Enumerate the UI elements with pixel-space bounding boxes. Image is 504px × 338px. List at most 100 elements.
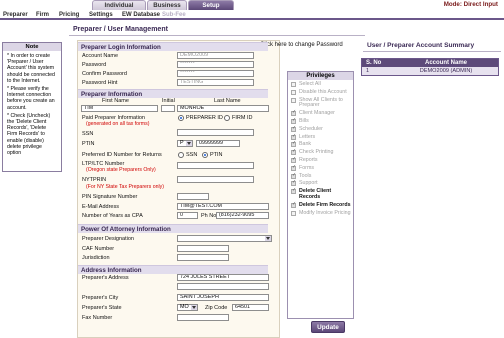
fax-label: Fax Number: [82, 315, 113, 321]
years-cpa-label: Number of Years as CPA: [82, 213, 143, 219]
pin-signature-input[interactable]: [177, 193, 209, 200]
privilege-item[interactable]: Client Manager: [291, 110, 353, 117]
privilege-label: Client Manager: [299, 110, 335, 117]
radio-preparer-id[interactable]: [178, 115, 184, 121]
privilege-checkbox[interactable]: [291, 97, 296, 103]
caf-label: CAF Number: [82, 246, 115, 252]
privilege-item[interactable]: Show All Clients to Preparer: [291, 96, 353, 110]
privilege-checkbox[interactable]: [291, 210, 296, 216]
nav-preparer[interactable]: Preparer: [3, 11, 28, 20]
nav-sub-fee[interactable]: Sub-Fee: [162, 11, 186, 20]
note-panel: Note * In order to create 'Preparer / Us…: [2, 42, 62, 172]
caf-input[interactable]: [177, 245, 229, 252]
privilege-checkbox[interactable]: [291, 202, 296, 208]
account-summary-table: S. No Account Name 1 DEMO2009 (ADMIN): [361, 58, 499, 76]
address-line2-input[interactable]: [177, 283, 269, 290]
address-input[interactable]: 724 JULES STREET: [177, 274, 269, 281]
privilege-label: Tools: [299, 172, 312, 179]
table-row[interactable]: 1 DEMO2009 (ADMIN): [362, 67, 498, 75]
designation-select[interactable]: [177, 235, 272, 242]
privilege-item[interactable]: Disable this Account: [291, 88, 353, 96]
login-section-header: Preparer Login Information: [78, 42, 268, 51]
privilege-checkbox[interactable]: [291, 157, 296, 163]
privilege-label: Bills: [299, 117, 309, 124]
fax-input[interactable]: [177, 314, 229, 321]
row-account-name[interactable]: DEMO2009 (ADMIN): [394, 67, 498, 75]
privilege-item[interactable]: Scheduler: [291, 125, 353, 133]
first-name-input[interactable]: TIM: [81, 105, 158, 112]
privilege-label: Letters: [299, 133, 316, 140]
tab-setup[interactable]: Setup: [188, 0, 234, 10]
privilege-item[interactable]: Select All: [291, 81, 353, 88]
radio-ssn-label: SSN: [186, 152, 198, 158]
city-input[interactable]: SAINT JOSEPH: [177, 294, 269, 301]
privilege-checkbox[interactable]: [291, 126, 296, 132]
tab-business[interactable]: Business: [147, 0, 187, 10]
preparer-section-header: Preparer Information: [78, 89, 268, 98]
nytprin-input[interactable]: [177, 176, 254, 183]
privilege-checkbox[interactable]: [291, 141, 296, 148]
password-hint-input[interactable]: TESTING: [177, 79, 254, 86]
privilege-label: Disable this Account: [299, 88, 347, 95]
nav-settings[interactable]: Settings: [89, 11, 113, 20]
radio-ssn[interactable]: [178, 152, 184, 158]
nav-ew-database[interactable]: EW Database: [122, 11, 160, 20]
change-password-link[interactable]: Click here to change Password: [260, 42, 343, 48]
privilege-checkbox[interactable]: [291, 82, 296, 87]
privilege-item[interactable]: Reports: [291, 157, 353, 164]
privilege-item[interactable]: Support: [291, 180, 353, 187]
privileges-title: Privileges: [288, 72, 353, 80]
privilege-checkbox[interactable]: [291, 110, 296, 117]
setup-nav-bar: Preparer Firm Pricing Settings EW Databa…: [0, 10, 504, 20]
ptin-input[interactable]: 09999999: [196, 140, 240, 147]
ptin-prefix-select[interactable]: P: [177, 140, 193, 147]
password-input[interactable]: *******: [177, 61, 254, 68]
ssn-label: SSN: [82, 131, 94, 137]
email-input[interactable]: TIM@TEST.COM: [177, 203, 269, 210]
privilege-checkbox[interactable]: [291, 89, 296, 95]
update-button[interactable]: Update: [311, 321, 345, 333]
privilege-item[interactable]: Letters: [291, 133, 353, 141]
account-name-label: Account Name: [82, 53, 119, 59]
privilege-item[interactable]: Modify Invoice Pricing: [291, 210, 353, 217]
privilege-label: Scheduler: [299, 125, 323, 132]
ltp-input[interactable]: [177, 162, 254, 169]
privilege-item[interactable]: Bank: [291, 141, 353, 148]
privilege-checkbox[interactable]: [291, 134, 296, 140]
last-name-input[interactable]: MONROE: [177, 105, 269, 112]
privilege-item[interactable]: Check Printing: [291, 149, 353, 156]
privilege-item[interactable]: Forms: [291, 165, 353, 172]
privilege-checkbox[interactable]: [291, 180, 296, 187]
privilege-checkbox[interactable]: [291, 188, 296, 195]
pin-signature-label: PIN Signature Number: [82, 194, 138, 200]
privilege-item[interactable]: Delete Firm Records: [291, 202, 353, 209]
zip-input[interactable]: 64501: [232, 304, 269, 311]
tab-individual[interactable]: Individual: [92, 0, 146, 10]
ptin-label: PTIN: [82, 141, 95, 147]
ssn-input[interactable]: [177, 129, 254, 136]
privilege-checkbox[interactable]: [291, 149, 296, 156]
privilege-label: Select All: [299, 81, 321, 87]
privilege-checkbox[interactable]: [291, 173, 296, 179]
nav-pricing[interactable]: Pricing: [59, 11, 79, 20]
years-cpa-input[interactable]: 0: [177, 212, 198, 219]
privilege-checkbox[interactable]: [291, 118, 296, 124]
privilege-item[interactable]: Delete Client Records: [291, 188, 353, 201]
privilege-item[interactable]: Bills: [291, 117, 353, 125]
initial-input[interactable]: [161, 105, 175, 112]
radio-ptin[interactable]: [202, 152, 208, 158]
nav-firm[interactable]: Firm: [36, 11, 49, 20]
account-name-input[interactable]: DEMO2009: [177, 52, 254, 59]
confirm-password-input[interactable]: *******: [177, 70, 254, 77]
phone-input[interactable]: (816)232-9095: [216, 212, 269, 219]
privilege-item[interactable]: Tools: [291, 172, 353, 180]
chevron-down-icon: [266, 237, 270, 240]
jurisdiction-input[interactable]: [177, 254, 229, 261]
note-text-2: * Please verify the Internet connection …: [7, 86, 55, 111]
state-select[interactable]: MO: [177, 304, 198, 311]
privilege-checkbox[interactable]: [291, 165, 296, 171]
first-name-label: First Name: [102, 98, 129, 104]
radio-firm-id[interactable]: [224, 115, 230, 121]
password-hint-label: Password Hint: [82, 80, 118, 86]
privilege-label: Show All Clients to Preparer: [299, 96, 343, 109]
